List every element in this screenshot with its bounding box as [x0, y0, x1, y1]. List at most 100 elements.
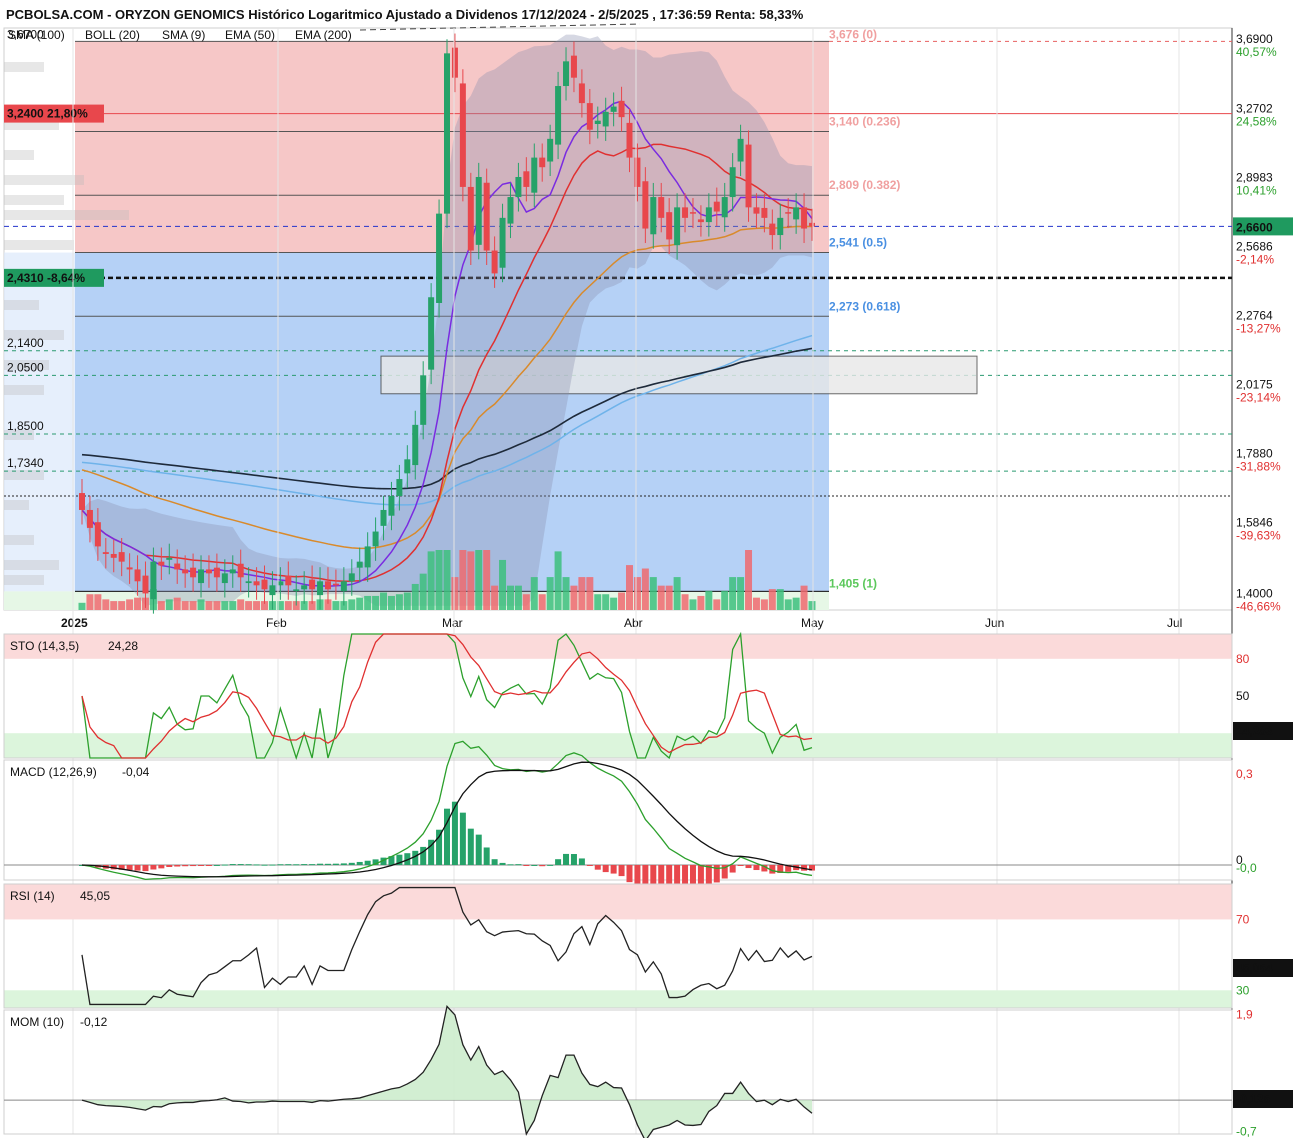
price-tick: 3,6900 [1236, 32, 1273, 46]
volume-bar [356, 597, 364, 610]
macd-hist-bar [134, 865, 141, 871]
candle-body [285, 575, 292, 586]
volume-profile-bar [4, 300, 39, 310]
fib-label: 3,140 (0.236) [829, 115, 900, 129]
volume-bar [586, 577, 594, 610]
sto-overbought-zone [4, 634, 1232, 659]
candle-body [721, 197, 728, 218]
rsi-tick: 30 [1236, 983, 1250, 997]
volume-bar [102, 599, 110, 610]
volume-bar [86, 594, 94, 610]
candle-body [499, 217, 506, 268]
macd-hist-bar [269, 864, 276, 866]
candle-body [110, 553, 117, 558]
volume-bar [403, 592, 411, 610]
macd-hist-bar [594, 865, 601, 870]
volume-profile-bar [4, 195, 64, 205]
volume-bar [514, 585, 522, 610]
stock-chart: 3,676 (0) 3,140 (0.236) 2,809 (0.382) 2,541… [0, 0, 1299, 1143]
level-label: 2,1400 [7, 336, 44, 350]
macd-hist-bar [356, 861, 363, 865]
candle-body [753, 207, 760, 214]
candle-body [388, 496, 395, 516]
price-pct: -31,88% [1236, 460, 1281, 474]
mom-axis-value: -0,125 [1236, 1092, 1270, 1106]
mom-frame [3, 1009, 1233, 1135]
legend-entry: BOLL (20) [85, 28, 140, 42]
candle-body [309, 579, 316, 590]
x-axis-label: Abr [624, 616, 643, 630]
volume-bar [435, 550, 443, 610]
macd-hist-bar [491, 859, 498, 865]
x-axis-label: May [801, 616, 824, 630]
candle-body [420, 375, 427, 425]
volume-bar [427, 551, 435, 610]
volume-bar [737, 577, 745, 610]
volume-profile-bar [4, 500, 29, 510]
rsi-oversold-zone [4, 990, 1232, 1008]
sto-value: 24,28 [108, 639, 138, 653]
candle-body [451, 47, 458, 78]
macd-hist-bar [555, 859, 562, 865]
volume-bar [387, 595, 395, 610]
candle-body [697, 219, 704, 223]
macd-hist-bar [166, 865, 173, 868]
macd-hist-bar [459, 812, 466, 865]
volume-bar [657, 585, 665, 610]
candle-body [809, 222, 815, 227]
volume-bar [134, 597, 142, 610]
level-tag-label: 3,2400 21,80% [7, 107, 88, 121]
candle-body [237, 563, 244, 578]
candle-body [205, 569, 212, 574]
price-pct: -46,66% [1236, 599, 1281, 613]
volume-bar [348, 599, 356, 610]
volume-bar [721, 590, 729, 610]
volume-bar [126, 599, 134, 610]
macd-hist-bar [150, 865, 157, 870]
volume-bar [253, 601, 261, 610]
price-tick: 3,2702 [1236, 101, 1273, 115]
volume-bar [784, 599, 792, 610]
legend-entry: SMA (9) [162, 28, 205, 42]
candle-body [507, 197, 514, 224]
macd-hist-bar [737, 865, 744, 866]
macd-hist-bar [205, 865, 212, 866]
macd-hist-bar [563, 853, 570, 865]
candle-body [166, 557, 173, 560]
fib-label: 2,273 (0.618) [829, 299, 900, 313]
candle-body [356, 561, 363, 568]
price-tick: 2,8983 [1236, 170, 1273, 184]
volume-bar [760, 599, 768, 610]
legend-entry: EMA (50) [225, 28, 275, 42]
x-axis-label: Feb [266, 616, 287, 630]
rsi-overbought-zone [4, 884, 1232, 920]
volume-bar [618, 592, 626, 610]
price-tick: 2,2764 [1236, 308, 1273, 322]
macd-hist-bar [436, 829, 443, 865]
candle-body [340, 581, 347, 592]
macd-hist-bar [158, 865, 165, 869]
macd-hist-bar [142, 865, 149, 872]
volume-bar [578, 577, 586, 610]
candle-body [317, 581, 324, 596]
x-axis-label: Jul [1167, 616, 1182, 630]
level-label: 1,8500 [7, 419, 44, 433]
volume-profile-bar [4, 240, 74, 250]
candle-body [324, 581, 331, 590]
mom-value: -0,12 [80, 1015, 108, 1029]
sto-tick: 80 [1236, 652, 1250, 666]
volume-bar [221, 601, 229, 610]
macd-hist-bar [547, 864, 554, 866]
sto-oversold-zone [4, 733, 1232, 758]
macd-hist-bar [285, 864, 292, 866]
candle-body [610, 106, 617, 112]
macd-hist-bar [261, 864, 268, 866]
volume-bar [94, 594, 102, 610]
level-label: 1,7340 [7, 456, 44, 470]
candle-body [102, 552, 109, 554]
volume-bar [475, 550, 483, 610]
candle-body [404, 459, 411, 474]
candle-body [515, 176, 522, 198]
volume-bar [110, 601, 118, 610]
fib-label: 3,676 (0) [829, 27, 877, 41]
